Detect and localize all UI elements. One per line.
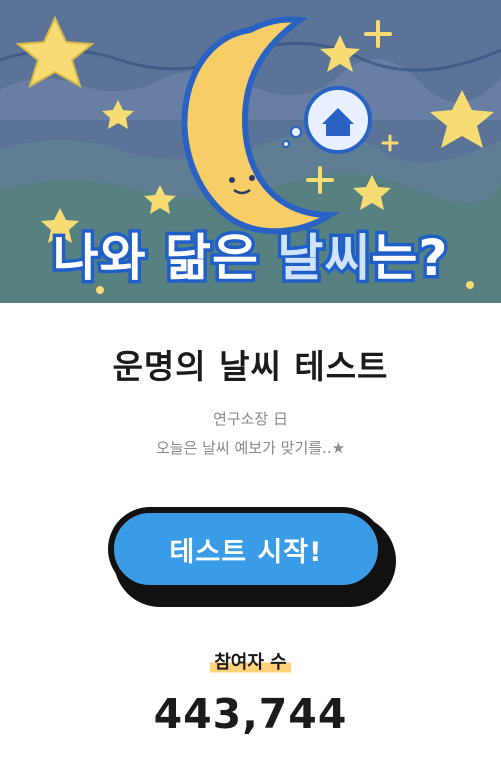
start-test-button-label: 테스트 시작! — [169, 536, 323, 568]
subtitle-text: 오늘은 날씨 예보가 맞기를..★ — [155, 439, 346, 457]
participants-label: 참여자 수 — [210, 648, 291, 674]
hero-title-highlight: 날씨 — [274, 226, 374, 291]
page-title: 운명의 날씨 테스트 — [112, 347, 389, 386]
hero-title-part3: 는? — [368, 226, 451, 291]
author-label: 연구소장 日 — [213, 410, 288, 428]
start-test-button[interactable]: 테스트 시작! — [108, 507, 384, 591]
participants-label-wrap: 참여자 수 — [0, 648, 501, 674]
hero-banner: 나와 닮은 날씨는? — [0, 0, 501, 303]
hero-title-part1: 나와 닮은 — [49, 226, 278, 291]
participants-count: 443,744 — [153, 690, 348, 738]
hero-title: 나와 닮은 날씨는? — [0, 218, 501, 291]
